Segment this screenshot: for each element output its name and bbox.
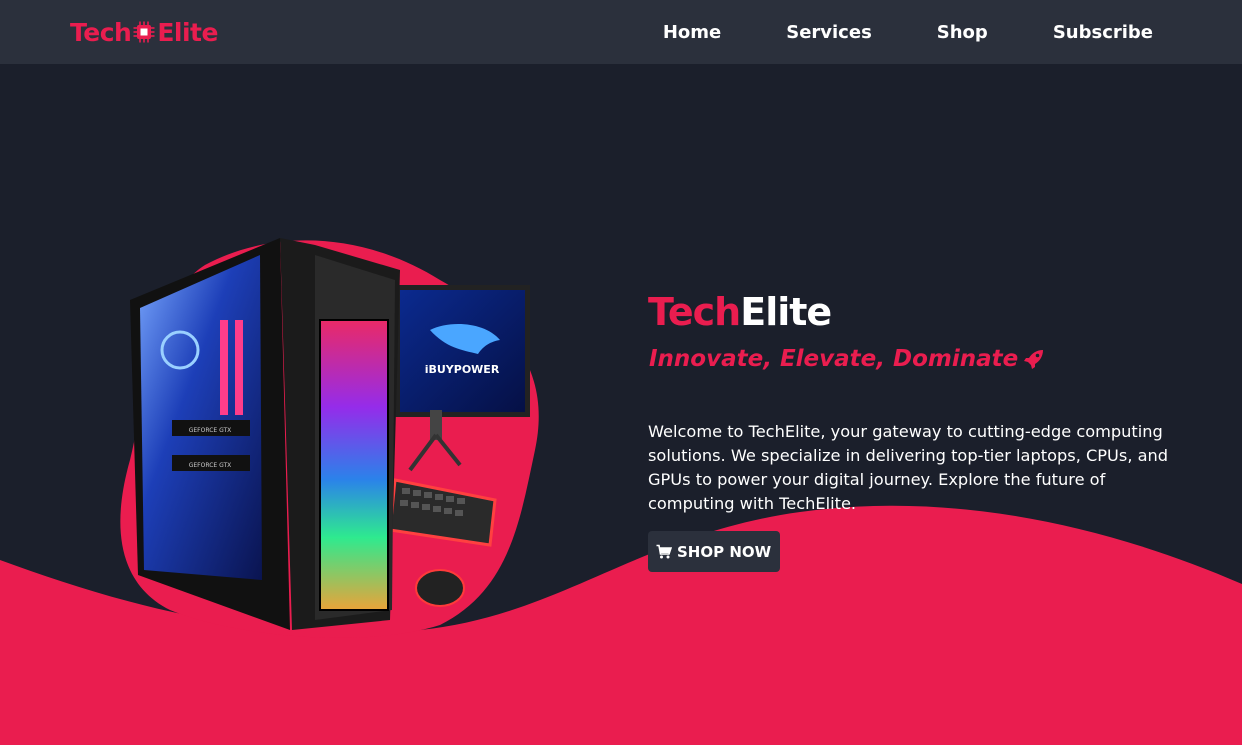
gaming-pc-setup-image: iBUYPOWER GEFORCE GTX GEFORCE GTX bbox=[120, 238, 539, 638]
shop-now-label: SHOP NOW bbox=[677, 542, 772, 561]
brand-text-elite: Elite bbox=[157, 17, 218, 47]
hero-tagline: Innovate, Elevate, Dominate bbox=[649, 346, 1046, 372]
navbar: Tech Elite Home Services Shop Subscribe bbox=[0, 0, 1242, 64]
main-nav: Home Services Shop Subscribe bbox=[598, 0, 1153, 64]
shop-now-button[interactable]: SHOP NOW bbox=[648, 531, 781, 572]
rocket-icon bbox=[1024, 350, 1044, 369]
hero-title-rest: Elite bbox=[740, 290, 832, 334]
hero-description: Welcome to TechElite, your gateway to cu… bbox=[648, 422, 1169, 513]
nav-home[interactable]: Home bbox=[663, 22, 721, 43]
gpu-label-2: GEFORCE GTX bbox=[189, 462, 232, 469]
cpu-chip-icon bbox=[133, 21, 155, 43]
monitor-brand-text: iBUYPOWER bbox=[425, 363, 500, 376]
nav-shop[interactable]: Shop bbox=[937, 22, 988, 43]
hero-title: TechElite bbox=[648, 290, 832, 334]
brand-text-tech: Tech bbox=[70, 17, 132, 47]
brand-logo[interactable]: Tech Elite bbox=[70, 14, 218, 50]
cart-icon bbox=[656, 544, 672, 558]
tagline-text: Innovate, Elevate, Dominate bbox=[649, 346, 1019, 372]
nav-services[interactable]: Services bbox=[786, 22, 872, 43]
gpu-label-1: GEFORCE GTX bbox=[189, 427, 232, 434]
nav-subscribe[interactable]: Subscribe bbox=[1053, 22, 1153, 43]
hero-title-accent: Tech bbox=[648, 290, 741, 334]
